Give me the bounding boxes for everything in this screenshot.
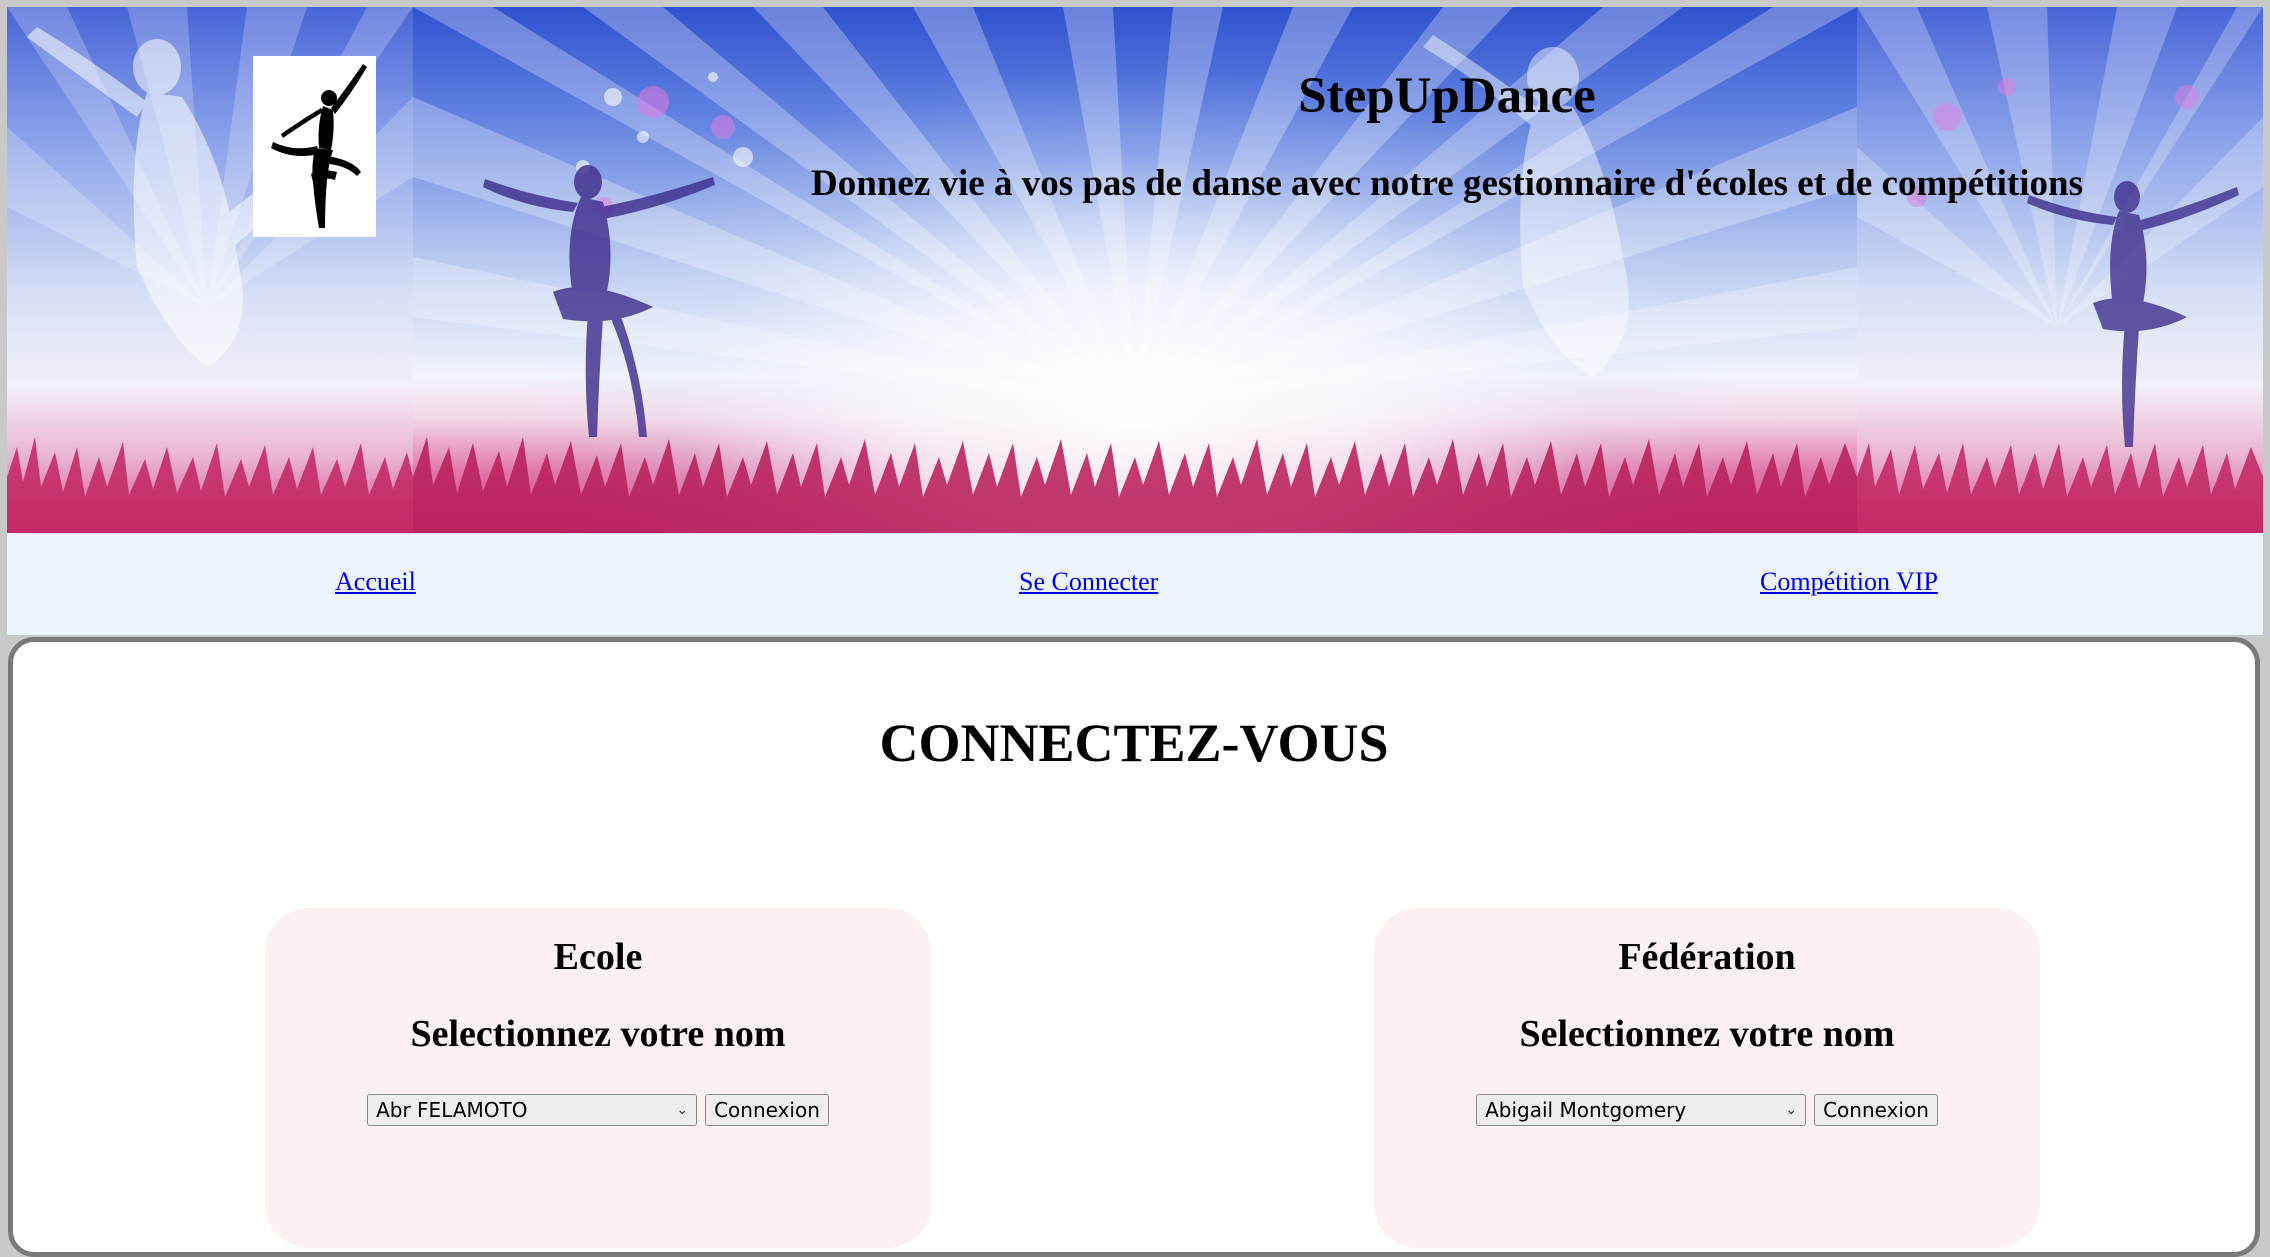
site-subtitle: Donnez vie à vos pas de danse avec notre… xyxy=(811,163,2083,204)
chevron-down-icon: ⌄ xyxy=(1785,1102,1798,1118)
school-box-title: Ecole xyxy=(553,936,643,978)
school-select[interactable]: Abr FELAMOTO ⌄ xyxy=(367,1094,698,1126)
logo[interactable] xyxy=(253,56,376,237)
page-title: CONNECTEZ-VOUS xyxy=(879,713,1389,773)
site-title: StepUpDance xyxy=(1298,68,1596,124)
federation-form: Abigail Montgomery ⌄ Connexion xyxy=(1374,1094,2040,1126)
ballerina-icon xyxy=(271,64,367,228)
federation-connexion-button[interactable]: Connexion xyxy=(1814,1094,1938,1126)
nav-link-home[interactable]: Accueil xyxy=(335,567,416,597)
school-login-box: Ecole Selectionnez votre nom Abr FELAMOT… xyxy=(265,908,931,1248)
federation-box-title: Fédération xyxy=(1618,936,1796,978)
school-box-prompt: Selectionnez votre nom xyxy=(410,1013,786,1055)
login-card: CONNECTEZ-VOUS Ecole Selectionnez votre … xyxy=(8,637,2260,1257)
school-form: Abr FELAMOTO ⌄ Connexion xyxy=(265,1094,931,1126)
school-connexion-button[interactable]: Connexion xyxy=(705,1094,829,1126)
chevron-down-icon: ⌄ xyxy=(676,1102,689,1118)
nav-link-vip[interactable]: Compétition VIP xyxy=(1760,567,1938,597)
federation-login-box: Fédération Selectionnez votre nom Abigai… xyxy=(1374,908,2040,1248)
header-banner: StepUpDance Donnez vie à vos pas de dans… xyxy=(7,7,2263,533)
nav-bar: Accueil Se Connecter Compétition VIP xyxy=(7,533,2263,635)
federation-select-value: Abigail Montgomery xyxy=(1485,1098,1687,1122)
school-select-value: Abr FELAMOTO xyxy=(376,1098,528,1122)
federation-box-prompt: Selectionnez votre nom xyxy=(1519,1013,1895,1055)
federation-select[interactable]: Abigail Montgomery ⌄ xyxy=(1476,1094,1807,1126)
banner-panel-left xyxy=(7,7,413,533)
nav-link-login[interactable]: Se Connecter xyxy=(1019,567,1158,597)
